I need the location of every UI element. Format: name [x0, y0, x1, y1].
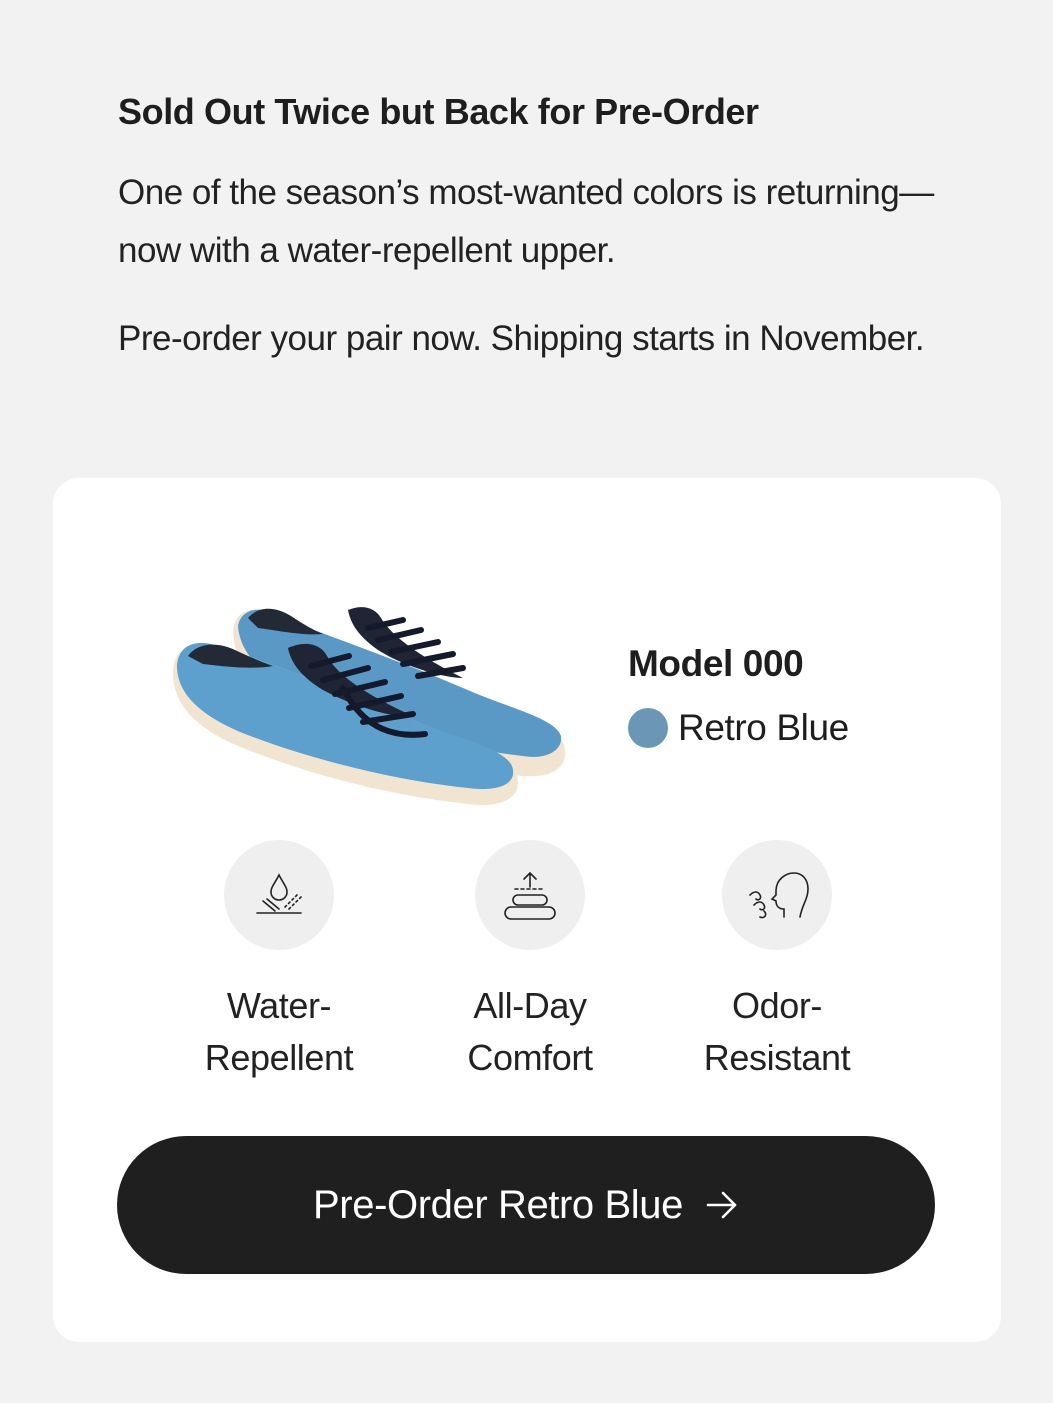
water-drop-icon: [224, 840, 334, 950]
pre-order-button[interactable]: Pre-Order Retro Blue: [117, 1136, 935, 1274]
stacked-cushion-icon: [475, 840, 585, 950]
arrow-right-icon: [705, 1190, 739, 1220]
color-name: Retro Blue: [678, 707, 849, 748]
feature-label: All-Day Comfort: [467, 985, 593, 1078]
intro-section: Sold Out Twice but Back for Pre-Order On…: [118, 88, 938, 368]
feature-label: Odor- Resistant: [703, 985, 851, 1078]
product-info: Model 000 Retro Blue: [628, 640, 849, 752]
sneaker-pair-image[interactable]: [163, 538, 583, 808]
color-swatch: [628, 708, 668, 748]
color-row: Retro Blue: [628, 704, 849, 752]
product-card: Model 000 Retro Blue Water- Repellent Al…: [53, 478, 1001, 1342]
feature-water-repellent: Water- Repellent: [159, 840, 399, 1084]
model-name: Model 000: [628, 643, 804, 684]
email-page: Sold Out Twice but Back for Pre-Order On…: [0, 0, 1053, 1403]
feature-odor-resistant: Odor- Resistant: [657, 840, 897, 1084]
pre-order-button-label: Pre-Order Retro Blue: [313, 1182, 683, 1227]
intro-paragraph-1: One of the season’s most-wanted colors i…: [118, 173, 934, 270]
sneaker-illustration: [173, 607, 566, 806]
face-breath-icon: [722, 840, 832, 950]
features-row: Water- Repellent All-Day Comfort Odor- R…: [53, 840, 1001, 1090]
feature-all-day-comfort: All-Day Comfort: [410, 840, 650, 1084]
intro-paragraph-2: Pre-order your pair now. Shipping starts…: [118, 319, 925, 358]
feature-label: Water- Repellent: [204, 985, 354, 1078]
headline: Sold Out Twice but Back for Pre-Order: [118, 91, 759, 132]
